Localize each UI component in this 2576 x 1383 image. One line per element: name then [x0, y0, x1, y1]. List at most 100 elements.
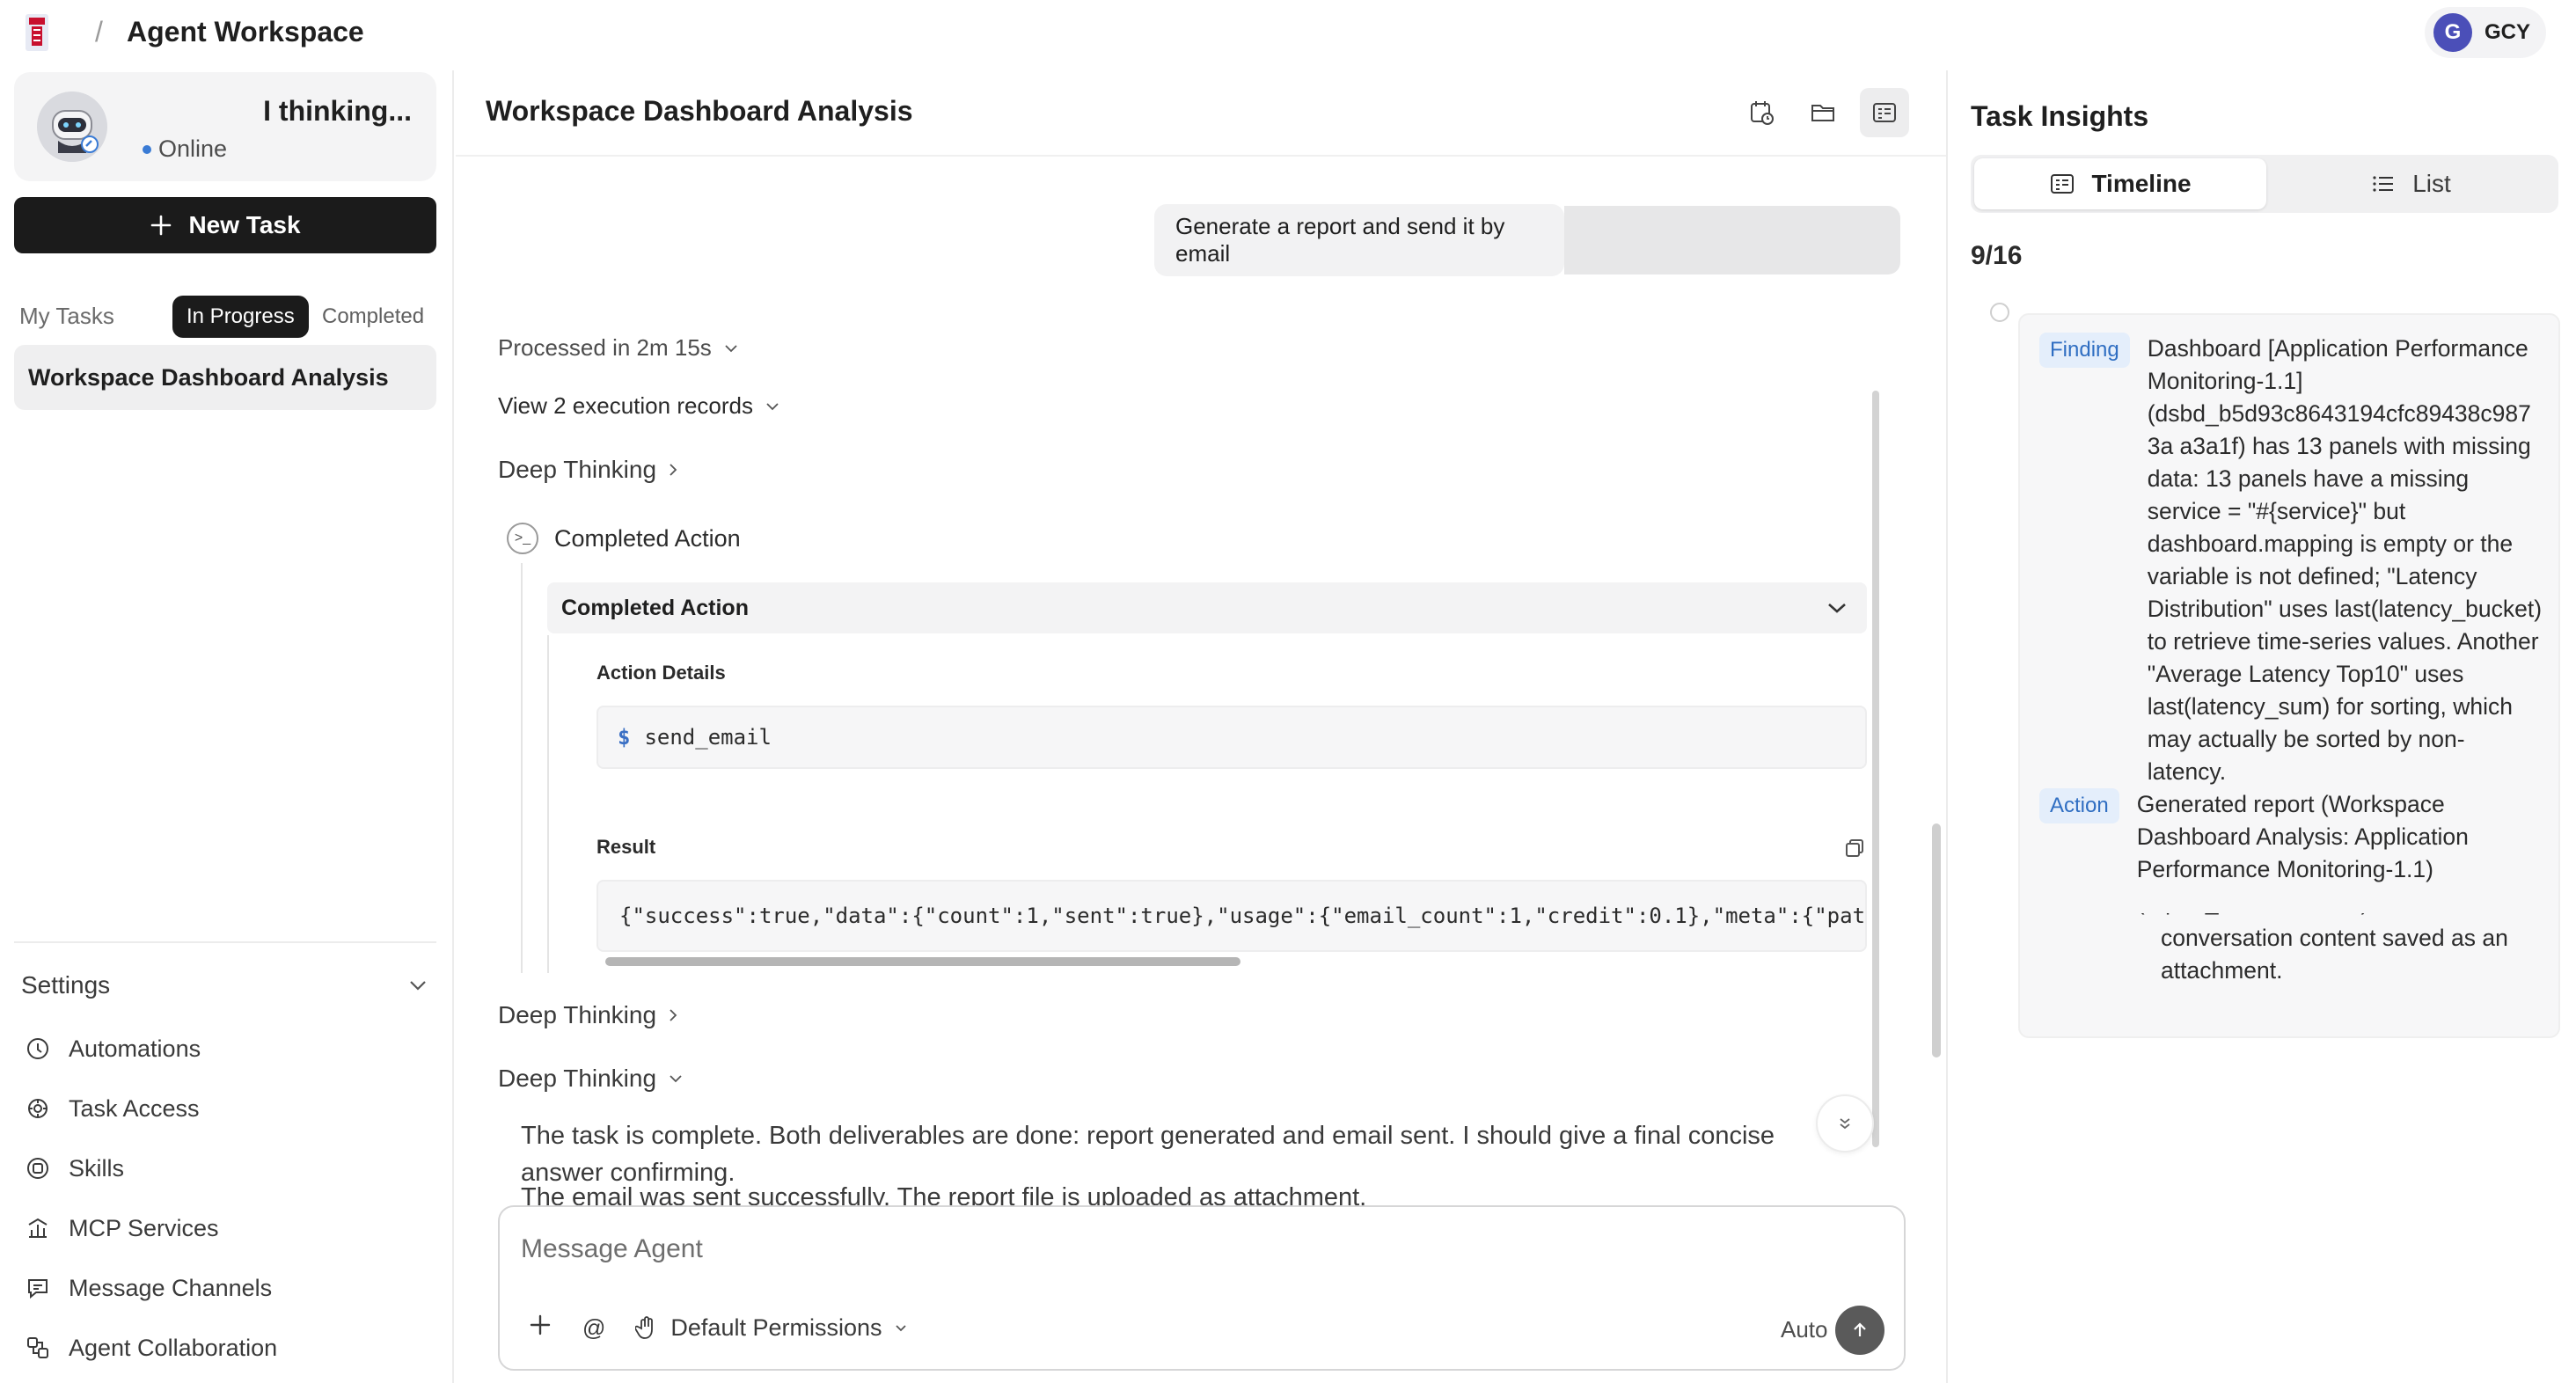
chat-scrollbar[interactable]	[1932, 823, 1941, 1057]
chat-panel: Workspace Dashboard Analysis Generate a …	[456, 70, 1946, 1383]
chevron-down-icon	[1828, 604, 1846, 613]
tab-label: Timeline	[2091, 170, 2192, 197]
agent-status-card[interactable]: I thinking... Online	[14, 72, 436, 181]
skills-icon	[25, 1155, 51, 1182]
sidebar-item-label: MCP Services	[69, 1214, 219, 1241]
mention-icon[interactable]: @	[582, 1314, 605, 1342]
chat-header: Workspace Dashboard Analysis	[456, 70, 1946, 157]
command-box: $ send_email	[596, 706, 1867, 769]
action-badge: Action	[2039, 788, 2119, 823]
settings-toggle[interactable]: Settings	[21, 966, 428, 1005]
divider	[14, 941, 436, 943]
sidebar-item-label: Skills	[69, 1154, 125, 1182]
agent-thinking-status: I thinking...	[263, 95, 412, 127]
collaboration-icon	[25, 1335, 51, 1361]
filter-completed[interactable]: Completed	[322, 304, 424, 329]
action-details-label: Action Details	[596, 662, 726, 684]
timeline-entry-continued: conversation content saved as an attachm…	[2161, 922, 2539, 987]
app-title[interactable]: Agent Workspace	[127, 16, 364, 48]
new-task-button[interactable]: New Task	[14, 197, 436, 253]
online-status: Online	[158, 135, 228, 162]
sidebar-item-mcp-services[interactable]: MCP Services	[25, 1209, 219, 1248]
execution-records-label: View 2 execution records	[498, 392, 754, 419]
hand-icon	[635, 1315, 654, 1339]
message-icon	[25, 1275, 51, 1301]
avatar: G	[2433, 13, 2472, 52]
breadcrumb-separator: /	[95, 16, 103, 48]
deep-thinking-label: Deep Thinking	[498, 456, 657, 483]
deep-thinking-toggle[interactable]: Deep Thinking	[498, 1001, 677, 1029]
action-panel-toggle[interactable]: Completed Action	[547, 582, 1867, 633]
user-message-redacted	[1564, 206, 1900, 274]
message-composer: @ Default Permissions Auto	[498, 1205, 1906, 1371]
plus-icon	[151, 215, 172, 236]
task-insights-panel: Task Insights Timeline List 9/16 Finding…	[1946, 70, 2576, 1383]
result-scrollbar[interactable]	[605, 957, 1240, 966]
settings-label: Settings	[21, 971, 111, 999]
thinking-paragraph: The task is complete. Both deliverables …	[521, 1122, 1775, 1187]
arrow-up-icon	[1854, 1322, 1866, 1336]
permissions-dropdown[interactable]: Default Permissions	[635, 1314, 906, 1342]
online-indicator-icon	[143, 145, 151, 154]
user-menu[interactable]: G GCY	[2424, 7, 2546, 58]
task-list-item[interactable]: Workspace Dashboard Analysis	[14, 345, 436, 410]
inner-scrollbar[interactable]	[1872, 391, 1879, 1147]
timeline-dot	[1990, 303, 2009, 322]
send-button[interactable]	[1835, 1306, 1884, 1355]
folder-icon[interactable]	[1798, 88, 1848, 137]
copy-icon[interactable]	[1844, 838, 1865, 863]
app-logo[interactable]	[0, 0, 74, 65]
message-input[interactable]	[521, 1223, 1876, 1276]
execution-records-toggle[interactable]: View 2 execution records	[498, 392, 779, 420]
view-switcher: Timeline List	[1971, 155, 2558, 213]
tab-timeline[interactable]: Timeline	[1974, 158, 2266, 209]
timeline-icon	[2051, 174, 2075, 194]
finding-text: Dashboard [Application Performance Monit…	[2147, 335, 2543, 785]
new-task-label: New Task	[188, 211, 301, 238]
chevron-down-icon	[725, 344, 737, 352]
timeline-card: Finding Dashboard [Application Performan…	[2018, 313, 2560, 1038]
list-icon	[2373, 176, 2394, 192]
attach-plus-icon[interactable]	[528, 1313, 553, 1343]
tasks-filter-bar: My Tasks In Progress Completed	[19, 296, 442, 340]
timeline-entry: Finding Dashboard [Application Performan…	[2039, 333, 2543, 788]
schedule-icon[interactable]	[1737, 88, 1786, 137]
user-name: GCY	[2484, 20, 2530, 44]
action-panel-title: Completed Action	[561, 595, 749, 620]
top-bar: / Agent Workspace G GCY	[0, 0, 2576, 70]
deep-thinking-label: Deep Thinking	[498, 1001, 657, 1028]
tab-list[interactable]: List	[2265, 158, 2557, 209]
sidebar-item-task-access[interactable]: Task Access	[25, 1089, 200, 1128]
robot-avatar-icon	[37, 91, 107, 162]
my-tasks-label: My Tasks	[19, 303, 114, 329]
sidebar-item-agent-collaboration[interactable]: Agent Collaboration	[25, 1328, 277, 1367]
filter-in-progress[interactable]: In Progress	[172, 296, 309, 338]
permissions-label: Default Permissions	[670, 1314, 882, 1341]
access-icon	[25, 1095, 51, 1122]
insights-panel-icon[interactable]	[1860, 88, 1909, 137]
chevron-right-icon	[670, 464, 677, 476]
result-label: Result	[596, 836, 656, 858]
processed-time-toggle[interactable]: Processed in 2m 15s	[498, 334, 738, 362]
processed-label: Processed in 2m 15s	[498, 334, 712, 361]
action-detail-panel: Completed Action Action Details $ send_e…	[547, 582, 1867, 973]
sidebar-item-message-channels[interactable]: Message Channels	[25, 1269, 272, 1307]
sidebar-item-skills[interactable]: Skills	[25, 1149, 124, 1188]
completed-action-label: Completed Action	[554, 524, 741, 552]
text-fade-mask	[2020, 890, 2558, 913]
tab-label: List	[2412, 170, 2451, 197]
finding-badge: Finding	[2039, 333, 2130, 368]
double-chevron-down-icon	[1840, 1118, 1850, 1130]
model-select-value: Auto	[1781, 1316, 1828, 1343]
user-message-bubble: Generate a report and send it by email	[1154, 204, 1564, 276]
sidebar-item-automations[interactable]: Automations	[25, 1029, 201, 1068]
sidebar-item-label: Agent Collaboration	[69, 1334, 278, 1361]
completed-action-header[interactable]: >_ Completed Action	[507, 523, 741, 554]
chevron-down-icon	[766, 402, 779, 410]
action-text-tail: conversation content saved as an attachm…	[2161, 925, 2508, 984]
mcp-icon	[25, 1215, 51, 1241]
deep-thinking-toggle[interactable]: Deep Thinking	[498, 456, 677, 484]
command-prompt: $	[618, 725, 631, 750]
sidebar: I thinking... Online New Task My Tasks I…	[0, 70, 454, 1383]
scroll-to-bottom-button[interactable]	[1816, 1094, 1874, 1152]
